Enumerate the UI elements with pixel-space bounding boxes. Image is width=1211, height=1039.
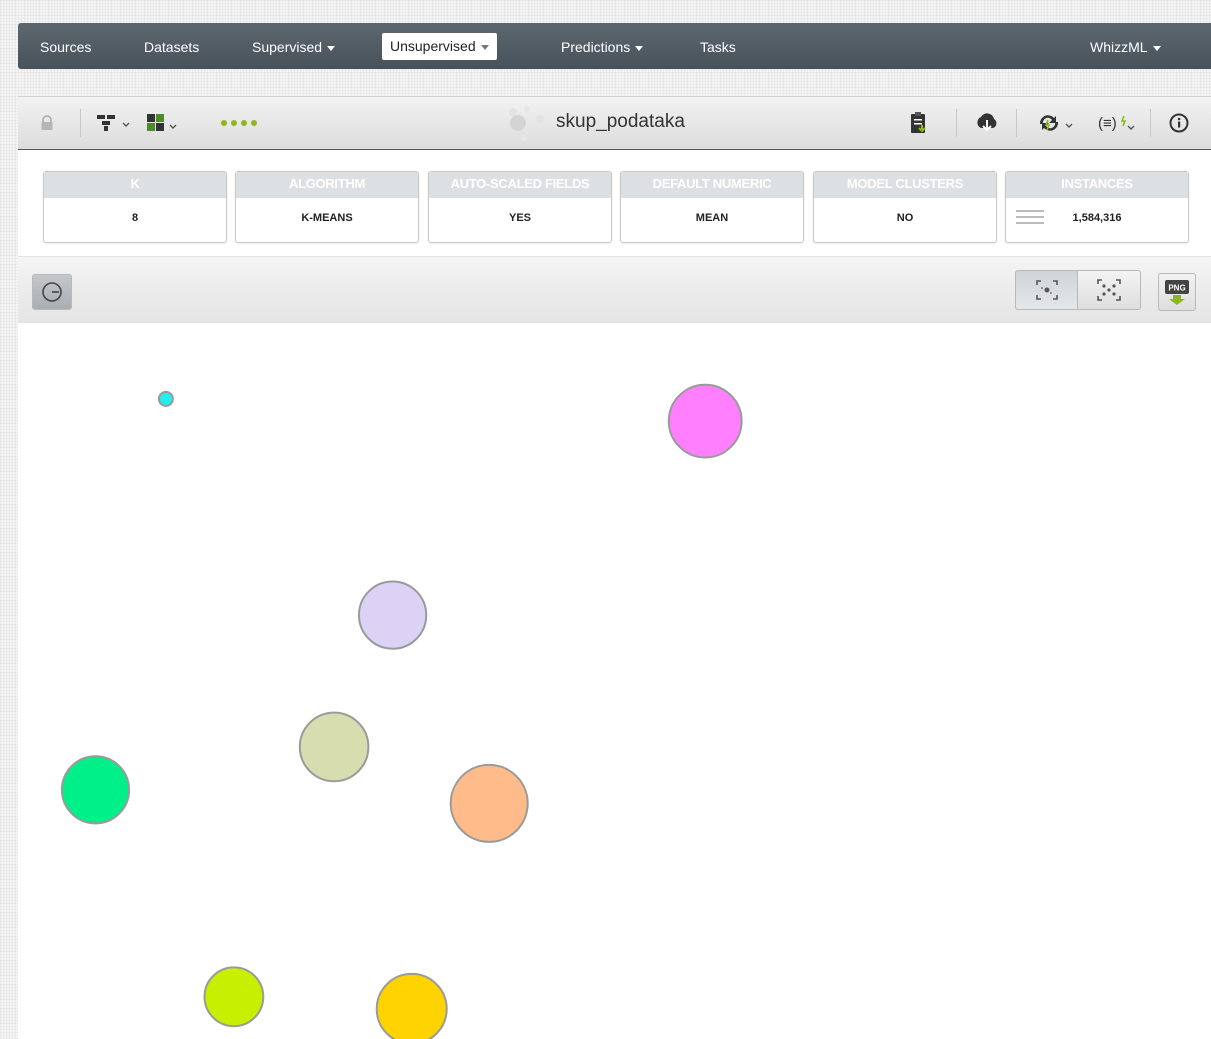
card-label: ALGORITHM <box>236 172 418 198</box>
cluster-magenta[interactable] <box>667 383 743 459</box>
reset-zoom-button[interactable] <box>32 274 72 310</box>
nav-unsupervised-label: Unsupervised <box>390 38 476 54</box>
formula-icon[interactable]: (≡) <box>1098 111 1138 135</box>
info-icon[interactable] <box>1169 111 1189 135</box>
card-label: AUTO-SCALED FIELDS <box>429 172 611 198</box>
cluster-cyan[interactable] <box>157 390 174 407</box>
cluster-summary: K 8 ALGORITHM K-MEANS AUTO-SCALED FIELDS… <box>18 150 1211 257</box>
cluster-green[interactable] <box>60 755 131 825</box>
resource-toolbar: skup_podataka (≡) <box>18 96 1211 151</box>
summary-card-model-clusters: MODEL CLUSTERS NO <box>813 171 997 243</box>
summary-card-instances: INSTANCES 1,584,316 <box>1005 171 1189 243</box>
chevron-down-icon <box>635 45 644 51</box>
reset-zoom-icon <box>42 282 62 302</box>
nav-unsupervised[interactable]: Unsupervised <box>382 33 497 60</box>
cluster-sage[interactable] <box>298 711 370 783</box>
lock-icon[interactable] <box>40 111 54 135</box>
card-value: NO <box>896 212 914 224</box>
cluster-peach[interactable] <box>449 763 529 843</box>
nav-whizzml-label: WhizzML <box>1090 39 1148 55</box>
resource-title: skup_podataka <box>556 111 685 132</box>
toolbar-separator <box>80 109 81 137</box>
card-value: K-MEANS <box>301 212 353 224</box>
chevron-down-icon <box>480 44 489 50</box>
cluster-chart[interactable] <box>18 323 1211 1039</box>
card-label: K <box>44 172 226 198</box>
cluster-logo-icon <box>505 103 551 148</box>
cluster-scatter-svg[interactable] <box>18 323 1211 1039</box>
summary-card-k: K 8 <box>43 171 227 243</box>
download-icon[interactable] <box>974 111 1000 135</box>
toolbar-separator <box>1150 109 1151 137</box>
nav-predictions-label: Predictions <box>561 39 631 55</box>
list-lines-icon <box>1016 210 1044 228</box>
report-icon[interactable] <box>910 111 928 135</box>
center-view-icon <box>1036 280 1058 300</box>
card-label: INSTANCES <box>1006 172 1188 198</box>
summary-card-algorithm: ALGORITHM K-MEANS <box>235 171 419 243</box>
chevron-down-icon <box>327 45 336 51</box>
nav-supervised-label: Supervised <box>252 39 323 55</box>
card-label: DEFAULT NUMERIC <box>621 172 803 198</box>
sync-icon[interactable] <box>1036 111 1076 135</box>
cluster-lavender[interactable] <box>358 580 428 650</box>
nav-datasets-label: Datasets <box>144 39 200 55</box>
center-view-button[interactable] <box>1015 270 1079 310</box>
card-value: 8 <box>131 212 139 224</box>
toolbar-separator <box>956 109 957 137</box>
card-value: MEAN <box>695 212 729 224</box>
cluster-model-icon[interactable] <box>146 111 178 135</box>
tree-model-icon[interactable] <box>96 111 130 135</box>
summary-card-auto-scaled: AUTO-SCALED FIELDS YES <box>428 171 612 243</box>
nav-tasks[interactable]: Tasks <box>700 36 736 58</box>
cluster-lime[interactable] <box>203 966 265 1028</box>
nav-tasks-label: Tasks <box>700 39 736 55</box>
progress-dots-icon <box>220 111 264 135</box>
spread-view-button[interactable] <box>1077 270 1141 310</box>
chart-controls: PNG <box>18 257 1211 324</box>
cluster-gold[interactable] <box>375 972 448 1039</box>
svg-text:(≡): (≡) <box>1098 115 1117 132</box>
nav-supervised[interactable]: Supervised <box>252 36 336 58</box>
png-export-icon: PNG <box>1165 280 1189 305</box>
chevron-down-icon <box>1152 45 1161 51</box>
nav-whizzml[interactable]: WhizzML <box>1090 36 1161 58</box>
card-value: YES <box>508 212 531 224</box>
toolbar-separator <box>1016 109 1017 137</box>
nav-sources-label: Sources <box>40 39 92 55</box>
png-export-button[interactable]: PNG <box>1158 273 1196 311</box>
nav-datasets[interactable]: Datasets <box>144 36 199 58</box>
summary-card-default-numeric: DEFAULT NUMERIC MEAN <box>620 171 804 243</box>
nav-predictions[interactable]: Predictions <box>561 36 644 58</box>
spread-view-icon <box>1097 279 1121 301</box>
card-label: MODEL CLUSTERS <box>814 172 996 198</box>
top-navbar: Sources Datasets Supervised Unsupervised… <box>18 23 1211 69</box>
png-label: PNG <box>1168 284 1185 293</box>
nav-sources[interactable]: Sources <box>40 36 91 58</box>
